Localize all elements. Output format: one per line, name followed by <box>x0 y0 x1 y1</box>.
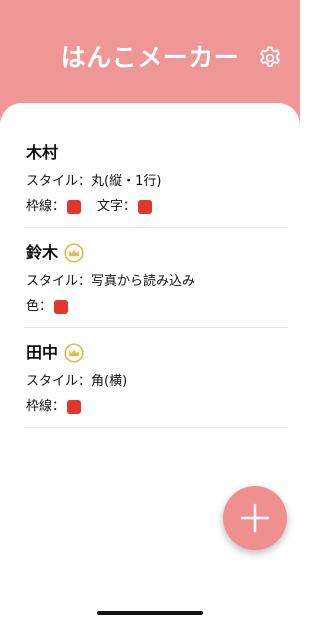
add-button[interactable] <box>223 486 287 550</box>
item-colors: 枠線： <box>26 398 82 416</box>
stamp-color: 色： <box>26 298 69 316</box>
color-swatch <box>138 200 153 214</box>
list-item[interactable]: 田中 スタイル：角(横) 枠線： <box>24 328 288 428</box>
color-swatch <box>67 400 82 414</box>
style-value: 丸(縦・1行) <box>91 174 162 189</box>
item-style: スタイル：写真から読み込み <box>26 273 195 291</box>
style-label: スタイル： <box>26 374 92 389</box>
item-style: スタイル：角(横) <box>26 373 127 391</box>
item-name-row: 木村 <box>26 142 58 164</box>
color-swatch <box>67 200 82 214</box>
style-value: 写真から読み込み <box>91 274 196 289</box>
text-color-label: 文字： <box>97 199 137 214</box>
style-value: 角(横) <box>91 374 128 389</box>
list-item[interactable]: 木村 スタイル：丸(縦・1行) 枠線： 文字： <box>24 128 288 228</box>
item-colors: 色： <box>26 298 69 316</box>
color-label: 色： <box>26 299 53 314</box>
item-colors: 枠線： 文字： <box>26 198 153 216</box>
plus-icon <box>240 503 270 533</box>
item-name: 鈴木 <box>26 243 59 262</box>
frame-color-label: 枠線： <box>26 199 66 214</box>
crown-icon <box>64 243 84 263</box>
frame-color: 枠線： <box>26 398 82 416</box>
item-name: 田中 <box>26 343 59 362</box>
frame-color-label: 枠線： <box>26 399 66 414</box>
color-swatch <box>54 300 69 314</box>
home-indicator <box>97 611 203 615</box>
gear-icon <box>260 46 280 67</box>
crown-icon <box>64 343 84 363</box>
style-label: スタイル： <box>26 174 92 189</box>
text-color: 文字： <box>97 198 153 216</box>
item-name-row: 鈴木 <box>26 242 84 264</box>
item-style: スタイル：丸(縦・1行) <box>26 173 161 191</box>
style-label: スタイル： <box>26 274 92 289</box>
settings-button[interactable] <box>256 44 284 72</box>
app-title: はんこメーカー <box>60 43 240 72</box>
list-item[interactable]: 鈴木 スタイル：写真から読み込み 色： <box>24 228 288 328</box>
stamp-list: 木村 スタイル：丸(縦・1行) 枠線： 文字： 鈴木 スタイル：写真から読み込み <box>24 128 288 428</box>
item-name: 木村 <box>26 143 59 162</box>
item-name-row: 田中 <box>26 342 84 364</box>
frame-color: 枠線： <box>26 198 82 216</box>
